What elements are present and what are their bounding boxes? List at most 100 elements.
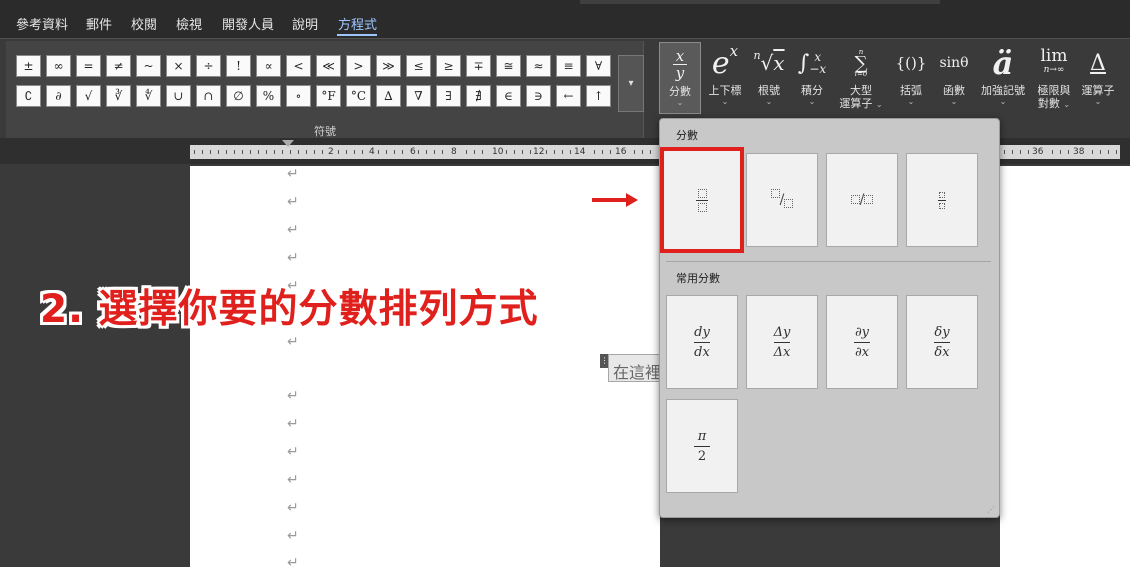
ruler-tick (338, 150, 339, 154)
script-button[interactable]: ex 上下標 ⌄ (703, 42, 747, 114)
symbol-button[interactable]: ∜ (136, 85, 161, 107)
symbol-button[interactable]: ← (556, 85, 581, 107)
indent-marker-icon[interactable] (282, 140, 294, 147)
symbol-button[interactable]: × (166, 55, 191, 77)
ruler-tick (378, 150, 379, 154)
ruler-number: 36 (1030, 145, 1046, 159)
ruler-tick (1092, 150, 1093, 154)
symbol-button[interactable]: ÷ (196, 55, 221, 77)
symbols-more-button[interactable]: ▾ (618, 55, 644, 112)
function-label: 函數 (943, 84, 965, 97)
symbol-button[interactable]: ≅ (496, 55, 521, 77)
operator-button[interactable]: Δ 運算子 ⌄ (1078, 42, 1118, 114)
symbol-button[interactable]: ∪ (166, 85, 191, 107)
symbol-button[interactable]: ≪ (316, 55, 341, 77)
symbol-button[interactable]: ∅ (226, 85, 251, 107)
function-button[interactable]: sinθ 函數 ⌄ (937, 42, 971, 114)
symbol-button[interactable]: ∘ (286, 85, 311, 107)
symbol-button[interactable]: ∆ (376, 85, 401, 107)
linear-fraction-tile[interactable]: / (826, 153, 898, 247)
symbol-button[interactable]: % (256, 85, 281, 107)
limit-icon: lim n→∞ (1040, 46, 1068, 76)
common-fraction-section-title: 常用分數 (676, 272, 720, 285)
symbol-button[interactable]: ≤ (406, 55, 431, 77)
symbol-button[interactable]: ∞ (46, 55, 71, 77)
integral-button[interactable]: ∫ x −x 積分 ⌄ (794, 42, 830, 114)
symbol-button[interactable]: ∀ (586, 55, 611, 77)
horizontal-ruler-right[interactable]: 36 38 (1000, 145, 1120, 159)
symbol-button[interactable]: ∝ (256, 55, 281, 77)
ruler-tick (282, 150, 283, 154)
symbol-button[interactable]: °F (316, 85, 341, 107)
arrow-right-icon (590, 190, 641, 210)
symbol-button[interactable]: ∛ (106, 85, 131, 107)
symbol-button[interactable]: ≠ (106, 55, 131, 77)
symbol-button[interactable]: ± (16, 55, 41, 77)
fraction-label: 分數 (669, 85, 691, 98)
script-label: 上下標 (708, 84, 742, 97)
ruler-tick (514, 150, 515, 154)
ruler-tick (242, 150, 243, 154)
symbol-button[interactable]: ↑ (586, 85, 611, 107)
common-fraction-pi-over-2[interactable]: π2 (666, 399, 738, 493)
bracket-button[interactable]: {()} 括弧 ⌄ (894, 42, 928, 114)
symbol-button[interactable]: ≥ (436, 55, 461, 77)
symbol-button[interactable]: = (76, 55, 101, 77)
symbol-button[interactable]: ∄ (466, 85, 491, 107)
accent-button[interactable]: ä 加強記號 ⌄ (978, 42, 1028, 114)
skewed-fraction-tile[interactable]: / (746, 153, 818, 247)
stacked-fraction-icon (696, 188, 708, 212)
paragraph-mark-icon: ↵ (287, 555, 299, 567)
large-operator-button[interactable]: n ∑ i=0 大型 運算子 ⌄ (836, 42, 886, 114)
ruler-tick (234, 150, 235, 154)
common-fraction-partial-y-partial-x[interactable]: ∂y ∂x (826, 295, 898, 389)
symbol-button[interactable]: ∓ (466, 55, 491, 77)
symbol-button[interactable]: ∈ (496, 85, 521, 107)
small-fraction-icon (938, 191, 946, 209)
symbol-button[interactable]: ~ (136, 55, 161, 77)
document-page-right[interactable] (1000, 166, 1130, 567)
symbol-button[interactable]: < (286, 55, 311, 77)
menu-equation[interactable]: 方程式 (338, 14, 377, 33)
symbol-button[interactable]: ≡ (556, 55, 581, 77)
resize-grip-icon[interactable]: ⋰ (987, 505, 995, 514)
small-fraction-tile[interactable] (906, 153, 978, 247)
symbol-button[interactable]: √ (76, 85, 101, 107)
menu-help[interactable]: 說明 (292, 14, 318, 33)
section-divider (666, 261, 991, 262)
fraction-numerator: δy (934, 324, 950, 340)
symbol-button[interactable]: ≫ (376, 55, 401, 77)
function-icon: sinθ (939, 55, 969, 71)
menu-references[interactable]: 參考資料 (16, 14, 68, 33)
menu-developer[interactable]: 開發人員 (222, 14, 274, 33)
fraction-numerator: ∂y (854, 324, 870, 340)
symbol-button[interactable]: °C (346, 85, 371, 107)
menu-review[interactable]: 校閱 (131, 14, 157, 33)
limit-log-button[interactable]: lim n→∞ 極限與 對數 ⌄ (1034, 42, 1074, 114)
symbol-button[interactable]: > (346, 55, 371, 77)
ruler-tick (1116, 150, 1117, 154)
symbol-button[interactable]: ∩ (196, 85, 221, 107)
symbol-button[interactable]: ∋ (526, 85, 551, 107)
menu-mailings[interactable]: 郵件 (86, 14, 112, 33)
radical-button[interactable]: n √ x 根號 ⌄ (750, 42, 788, 114)
stacked-fraction-tile[interactable] (660, 147, 744, 253)
document-page[interactable] (190, 166, 660, 567)
fraction-button[interactable]: xy 分數 ⌄ (659, 42, 701, 114)
common-fraction-small-delta-y-x[interactable]: δy δx (906, 295, 978, 389)
symbol-button[interactable]: ! (226, 55, 251, 77)
symbol-button[interactable]: ∃ (436, 85, 461, 107)
ruler-tick (434, 150, 435, 154)
menu-view[interactable]: 檢視 (176, 14, 202, 33)
symbol-button[interactable]: ∁ (16, 85, 41, 107)
horizontal-ruler[interactable]: 2 4 6 8 10 12 14 16 (190, 140, 660, 159)
symbol-button[interactable]: ∂ (46, 85, 71, 107)
symbol-button[interactable]: ≈ (526, 55, 551, 77)
equation-placeholder[interactable]: 在這裡 (608, 354, 660, 382)
chevron-down-icon: ⌄ (1094, 97, 1102, 106)
common-fraction-dy-dx[interactable]: dy dx (666, 295, 738, 389)
fraction-denominator: ∂x (854, 344, 870, 360)
common-fraction-delta-y-delta-x[interactable]: Δy Δx (746, 295, 818, 389)
symbol-button[interactable]: ∇ (406, 85, 431, 107)
paragraph-mark-icon: ↵ (287, 528, 299, 544)
